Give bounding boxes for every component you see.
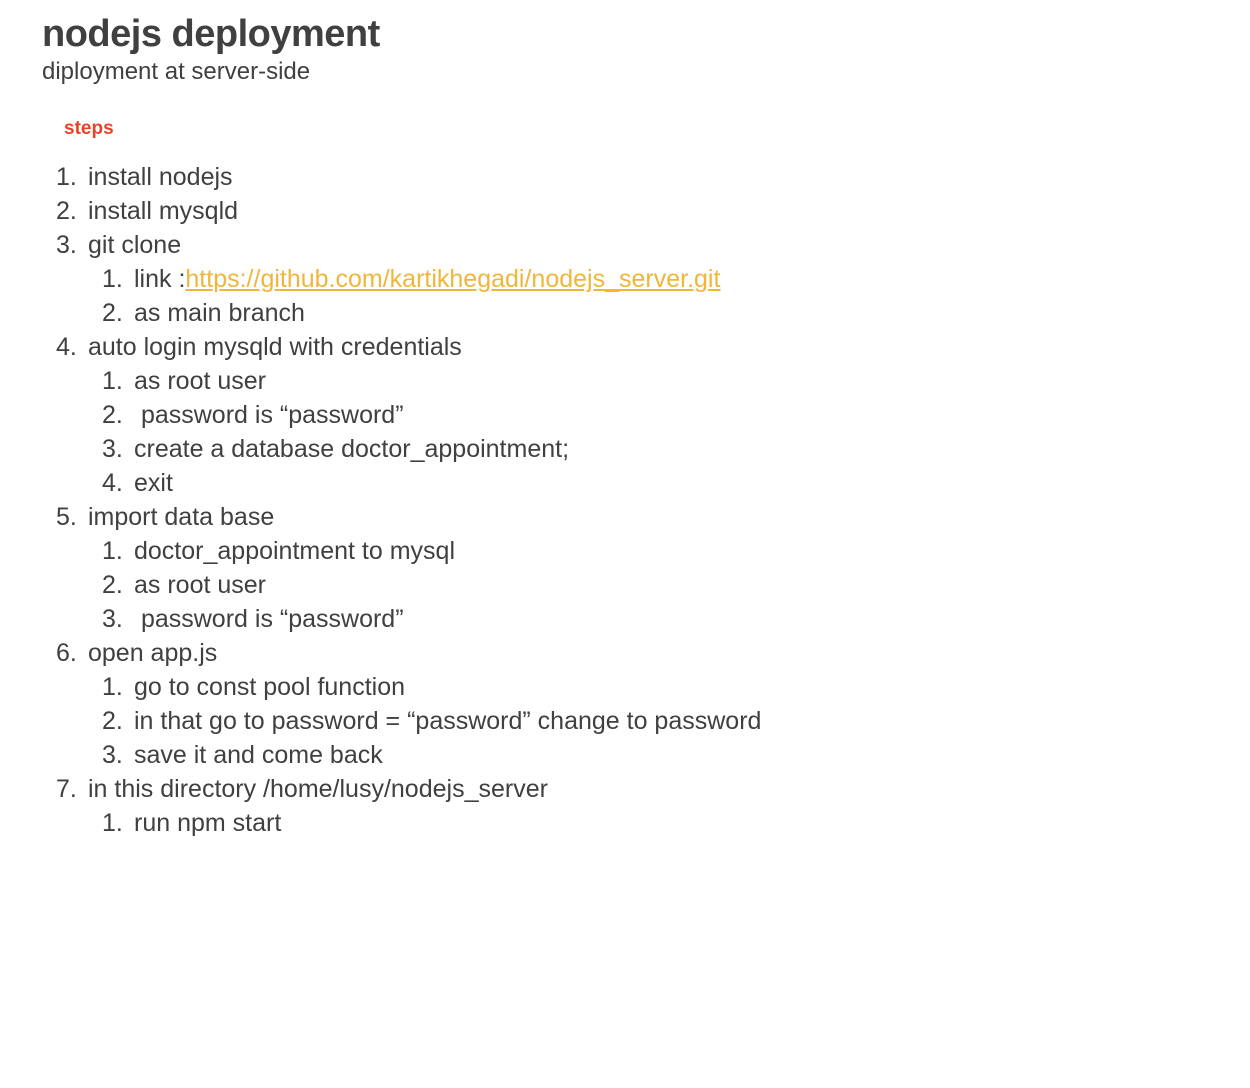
substep-text: as root user bbox=[134, 571, 267, 599]
substep-item: 1. link :https://github.com/kartikhegadi/… bbox=[88, 262, 1222, 296]
step-number: 1. bbox=[56, 163, 77, 191]
substep-item: 2. in that go to password = “password” ch… bbox=[88, 704, 1222, 738]
substep-text: doctor_appointment to mysql bbox=[134, 537, 456, 565]
step-number: 3. bbox=[56, 231, 77, 259]
section-label-steps: steps bbox=[64, 118, 114, 139]
substep-number: 4. bbox=[102, 469, 123, 497]
substep-item: 4. exit bbox=[88, 466, 1222, 500]
step-number: 6. bbox=[56, 639, 77, 667]
repo-link[interactable]: https://github.com/kartikhegadi/nodejs_s… bbox=[185, 265, 720, 293]
step-text: install mysqld bbox=[88, 197, 239, 225]
substep-text: link : bbox=[134, 265, 186, 293]
substep-text: password is “password” bbox=[134, 401, 404, 429]
substep-text: run npm start bbox=[134, 809, 282, 837]
step-item: 6. open app.js 1. go to const pool function… bbox=[42, 636, 1222, 772]
substep-number: 3. bbox=[102, 741, 123, 769]
step-item: 5. import data base 1. doctor_appointment t… bbox=[42, 500, 1222, 636]
substep-item: 1. doctor_appointment to mysql bbox=[88, 534, 1222, 568]
step-item: 7. in this directory /home/lusy/nodejs_se… bbox=[42, 772, 1222, 840]
substep-text: go to const pool function bbox=[134, 673, 406, 701]
substep-item: 2. as root user bbox=[88, 568, 1222, 602]
substep-number: 1. bbox=[102, 809, 123, 837]
step-item: 2. install mysqld bbox=[42, 194, 1222, 228]
step-number: 4. bbox=[56, 333, 77, 361]
substep-number: 2. bbox=[102, 707, 123, 735]
substep-number: 2. bbox=[102, 401, 123, 429]
step-item: 1. install nodejs bbox=[42, 160, 1222, 194]
step-text: in this directory /home/lusy/nodejs_serv… bbox=[88, 775, 548, 803]
page-subtitle: diployment at server-side bbox=[42, 58, 311, 85]
step-text: auto login mysqld with credentials bbox=[88, 333, 462, 361]
step-number: 2. bbox=[56, 197, 77, 225]
substep-item: 3. save it and come back bbox=[88, 738, 1222, 772]
step-item: 3. git clone 1. link :https://github.com/ka… bbox=[42, 228, 1222, 330]
substep-number: 3. bbox=[102, 435, 123, 463]
substeps-list: 1. as root user 2. password is “password” 3… bbox=[88, 364, 1222, 500]
substep-number: 2. bbox=[102, 571, 123, 599]
substep-number: 1. bbox=[102, 673, 123, 701]
substep-text: save it and come back bbox=[134, 741, 383, 769]
document: nodejs deployment diployment at server-s… bbox=[42, 0, 1222, 840]
step-number: 5. bbox=[56, 503, 77, 531]
substeps-list: 1. run npm start bbox=[88, 806, 1222, 840]
substep-number: 3. bbox=[102, 605, 123, 633]
substep-text: as root user bbox=[134, 367, 267, 395]
substep-number: 1. bbox=[102, 537, 123, 565]
substep-number: 1. bbox=[102, 265, 123, 293]
substep-item: 3. password is “password” bbox=[88, 602, 1222, 636]
step-item: 4. auto login mysqld with credentials 1. as… bbox=[42, 330, 1222, 500]
substep-text: create a database doctor_appointment; bbox=[134, 435, 570, 463]
substep-text: in that go to password = “password” chan… bbox=[134, 707, 762, 735]
substep-text: exit bbox=[134, 469, 173, 497]
substep-number: 1. bbox=[102, 367, 123, 395]
substep-number: 2. bbox=[102, 299, 123, 327]
step-text: git clone bbox=[88, 231, 182, 259]
steps-list: 1. install nodejs 2. install mysqld 3. git cl… bbox=[42, 160, 1222, 840]
step-text: install nodejs bbox=[88, 163, 233, 191]
page-title: nodejs deployment bbox=[42, 13, 380, 55]
substep-item: 1. go to const pool function bbox=[88, 670, 1222, 704]
substep-item: 2. as main branch bbox=[88, 296, 1222, 330]
step-text: import data base bbox=[88, 503, 275, 531]
step-number: 7. bbox=[56, 775, 77, 803]
substep-item: 1. as root user bbox=[88, 364, 1222, 398]
substeps-list: 1. link :https://github.com/kartikhegadi/… bbox=[88, 262, 1222, 330]
substep-item: 3. create a database doctor_appointment; bbox=[88, 432, 1222, 466]
substep-text: password is “password” bbox=[134, 605, 404, 633]
substep-item: 2. password is “password” bbox=[88, 398, 1222, 432]
substep-item: 1. run npm start bbox=[88, 806, 1222, 840]
step-text: open app.js bbox=[88, 639, 218, 667]
substeps-list: 1. go to const pool function 2. in that go … bbox=[88, 670, 1222, 772]
substeps-list: 1. doctor_appointment to mysql 2. as root u… bbox=[88, 534, 1222, 636]
substep-text: as main branch bbox=[134, 299, 305, 327]
